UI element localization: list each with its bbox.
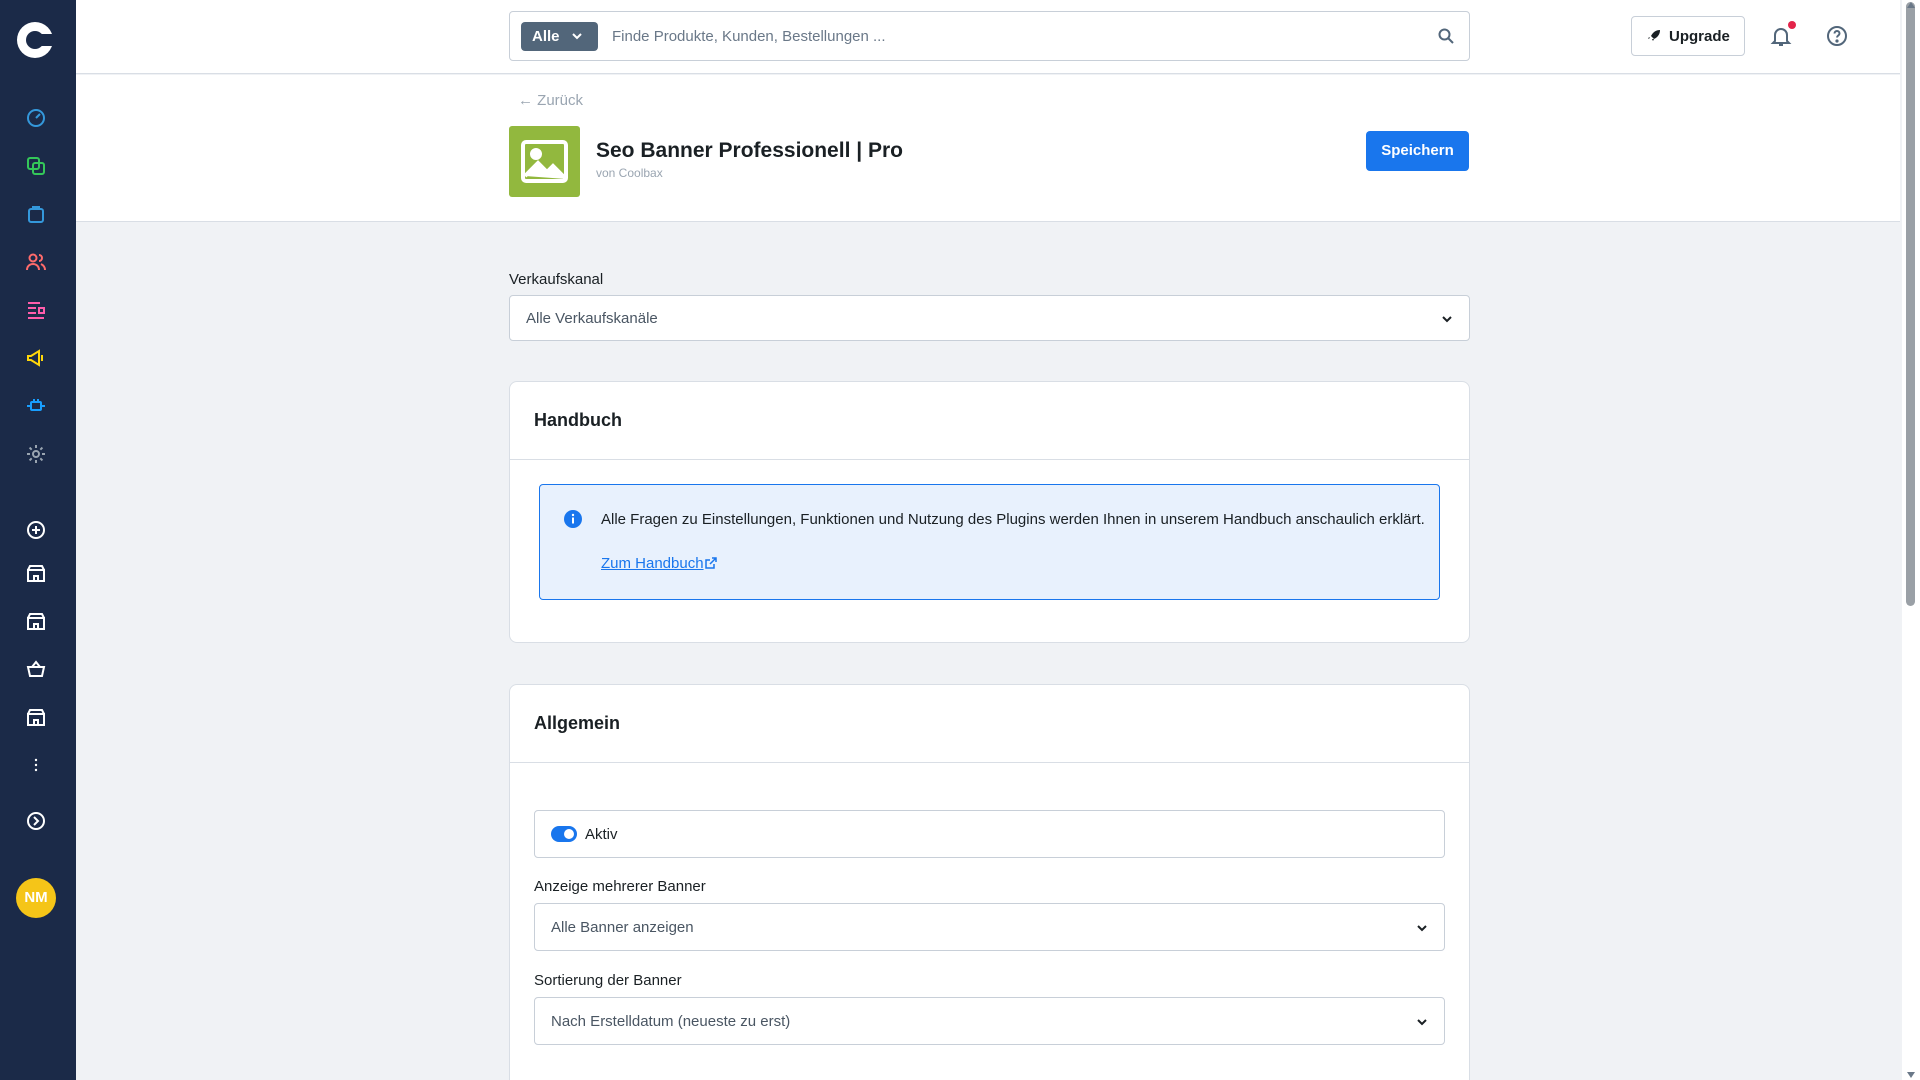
sales-channel-label: Verkaufskanal <box>509 271 604 288</box>
active-label: Aktiv <box>585 826 618 843</box>
multi-banner-select[interactable]: Alle Banner anzeigen <box>534 903 1445 951</box>
app-vendor: von Coolbax <box>596 166 663 180</box>
collapse-icon[interactable] <box>24 809 48 833</box>
shopware-logo[interactable] <box>17 22 55 58</box>
storefront-icon[interactable] <box>24 705 48 729</box>
page-header: ← Zurück Seo Banner Professionell | Pro … <box>76 75 1900 222</box>
extensions-icon[interactable] <box>24 394 48 418</box>
add-sales-channel-icon[interactable] <box>24 518 48 542</box>
general-card-title: Allgemein <box>534 713 621 733</box>
multi-banner-label: Anzeige mehrerer Banner <box>534 878 706 895</box>
logo-cut-shape <box>37 34 55 46</box>
multi-banner-value: Alle Banner anzeigen <box>551 919 694 936</box>
chevron-down-icon <box>1417 925 1427 932</box>
chevron-down-icon <box>572 33 582 40</box>
search-type-label: Alle <box>532 28 560 45</box>
settings-icon[interactable] <box>24 442 48 466</box>
chevron-down-icon <box>1417 1019 1427 1026</box>
manual-link[interactable]: Zum Handbuch <box>601 555 704 572</box>
marketing-icon[interactable] <box>24 346 48 370</box>
upgrade-label: Upgrade <box>1669 28 1730 45</box>
basket-icon[interactable] <box>24 657 48 681</box>
info-alert: Alle Fragen zu Einstellungen, Funktionen… <box>539 484 1440 600</box>
sidebar: NM <box>0 0 76 1080</box>
content-icon[interactable] <box>24 298 48 322</box>
app-thumbnail <box>509 126 580 197</box>
storefront-icon[interactable] <box>24 609 48 633</box>
help-icon[interactable] <box>1825 24 1849 48</box>
sort-value: Nach Erstelldatum (neueste zu erst) <box>551 1013 791 1030</box>
sort-label: Sortierung der Banner <box>534 972 682 989</box>
upgrade-button[interactable]: Upgrade <box>1631 16 1745 56</box>
active-toggle[interactable] <box>551 826 577 842</box>
manual-card: Handbuch Alle Fragen zu Einstellungen, F… <box>509 381 1470 643</box>
manual-card-title: Handbuch <box>534 410 622 430</box>
sales-channel-value: Alle Verkaufskanäle <box>526 310 658 327</box>
card-divider <box>510 459 1469 460</box>
general-card: Allgemein Aktiv Anzeige mehrerer Banner … <box>509 684 1470 1080</box>
more-icon[interactable] <box>24 753 48 777</box>
info-icon <box>564 510 582 528</box>
info-text: Alle Fragen zu Einstellungen, Funktionen… <box>601 511 1425 528</box>
customers-icon[interactable] <box>24 250 48 274</box>
global-search[interactable]: Alle Finde Produkte, Kunden, Bestellunge… <box>509 11 1470 61</box>
storefront-icon[interactable] <box>24 561 48 585</box>
scroll-down-icon[interactable] <box>1906 1071 1916 1079</box>
back-link[interactable]: ← Zurück <box>518 92 583 109</box>
search-type-dropdown[interactable]: Alle <box>521 22 598 51</box>
notification-badge <box>1788 21 1796 29</box>
toggle-knob <box>564 829 574 839</box>
search-icon[interactable] <box>1437 27 1455 45</box>
chevron-down-icon <box>1442 316 1452 323</box>
search-input[interactable]: Finde Produkte, Kunden, Bestellungen ... <box>612 28 886 45</box>
sales-channel-select[interactable]: Alle Verkaufskanäle <box>509 295 1470 341</box>
image-icon <box>521 140 568 183</box>
rocket-icon <box>1648 30 1660 41</box>
scrollbar-thumb[interactable] <box>1906 2 1915 606</box>
avatar[interactable]: NM <box>16 878 56 918</box>
sort-select[interactable]: Nach Erstelldatum (neueste zu erst) <box>534 997 1445 1045</box>
page-title: Seo Banner Professionell | Pro <box>596 139 903 162</box>
top-bar: Alle Finde Produkte, Kunden, Bestellunge… <box>76 0 1900 74</box>
dashboard-icon[interactable] <box>24 106 48 130</box>
save-button[interactable]: Speichern <box>1366 131 1469 171</box>
catalogue-icon[interactable] <box>24 154 48 178</box>
orders-icon[interactable] <box>24 202 48 226</box>
external-link-icon[interactable] <box>705 557 717 569</box>
active-toggle-field: Aktiv <box>534 810 1445 858</box>
scroll-up-icon[interactable] <box>1906 1 1916 9</box>
card-divider <box>510 762 1469 763</box>
